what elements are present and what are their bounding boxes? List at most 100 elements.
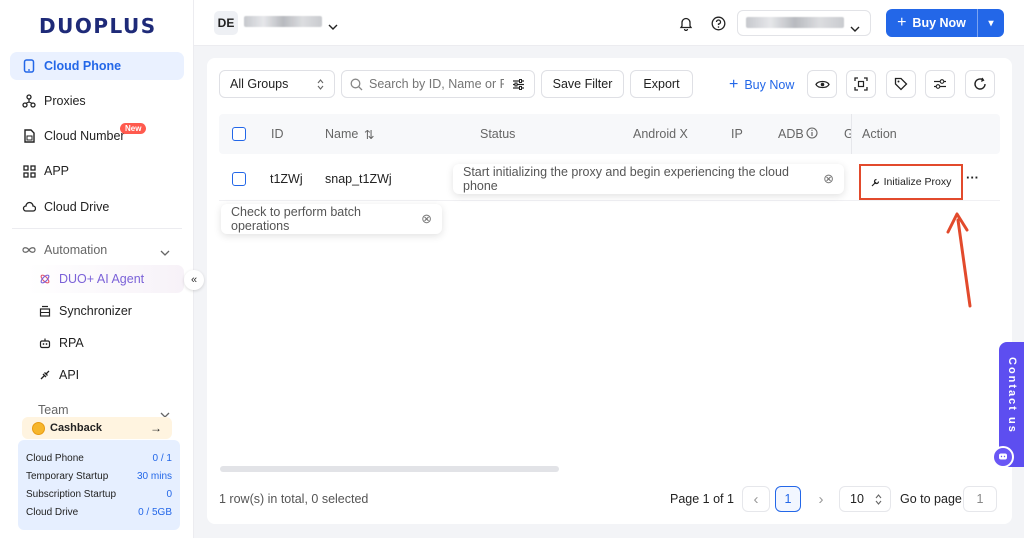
- row-name[interactable]: snap_t1ZWj: [325, 172, 392, 186]
- tag-icon[interactable]: [886, 70, 916, 98]
- cloud-phone-panel: All Groups Save Filter Export + Buy Now …: [207, 58, 1012, 524]
- buy-now-dropdown[interactable]: ▾: [978, 18, 1004, 29]
- buy-now-label: Buy Now: [912, 16, 966, 30]
- sidebar-item-label: Cloud Phone: [44, 59, 122, 73]
- ai-agent-icon: [38, 272, 52, 286]
- column-header-adb[interactable]: ADB: [778, 127, 804, 141]
- usage-row: Cloud Drive 0 / 5GB: [26, 503, 172, 521]
- column-header-status[interactable]: Status: [480, 127, 515, 141]
- robot-icon: [38, 336, 52, 350]
- account-name-redacted: [746, 17, 844, 28]
- proxies-icon: [22, 94, 36, 108]
- buy-now-link-label: Buy Now: [744, 78, 795, 92]
- sort-icon[interactable]: ⇅: [364, 127, 374, 142]
- status-tooltip: Start initializing the proxy and begin e…: [453, 164, 844, 194]
- help-icon[interactable]: [705, 10, 731, 36]
- horizontal-scrollbar[interactable]: [220, 466, 559, 472]
- settings-sliders-icon[interactable]: [925, 70, 955, 98]
- buy-now-main[interactable]: + Buy Now: [886, 9, 978, 37]
- prev-page-button[interactable]: ‹: [742, 486, 770, 512]
- scan-icon[interactable]: [846, 70, 876, 98]
- buy-now-button[interactable]: + Buy Now ▾: [886, 9, 1004, 37]
- row-summary: 1 row(s) in total, 0 selected: [219, 492, 369, 506]
- sidebar-item-rpa[interactable]: RPA: [38, 332, 84, 354]
- contact-us-label[interactable]: Contact us: [1006, 345, 1018, 445]
- sort-arrows-icon: [317, 79, 324, 93]
- usage-panel: Cloud Phone 0 / 1 Temporary Startup 30 min…: [18, 440, 180, 530]
- coin-icon: [32, 421, 45, 435]
- cashback-banner[interactable]: Cashback →: [22, 417, 172, 439]
- collapse-sidebar-button[interactable]: «: [184, 270, 204, 290]
- workspace-name-redacted[interactable]: [244, 16, 322, 27]
- divider: [12, 228, 182, 229]
- sidebar-item-app[interactable]: APP: [10, 157, 184, 185]
- more-actions-icon[interactable]: ···: [966, 170, 979, 185]
- save-filter-button[interactable]: Save Filter: [541, 70, 624, 98]
- column-divider: [851, 114, 852, 154]
- chevron-down-icon[interactable]: [328, 18, 338, 33]
- account-select[interactable]: [737, 10, 871, 36]
- status-tooltip-text: Start initializing the proxy and begin e…: [463, 165, 789, 193]
- usage-row: Subscription Startup 0: [26, 485, 172, 503]
- grid-icon: [22, 164, 36, 178]
- page-indicator: Page 1 of 1: [670, 492, 734, 506]
- view-eye-icon[interactable]: [807, 70, 837, 98]
- sidebar-item-api[interactable]: API: [38, 364, 79, 386]
- sidebar-item-synchronizer[interactable]: Synchronizer: [38, 300, 132, 322]
- stack-icon: [38, 304, 52, 318]
- sidebar-item-cloud-phone[interactable]: Cloud Phone: [10, 52, 184, 80]
- refresh-icon[interactable]: [965, 70, 995, 98]
- annotation-arrow: [946, 212, 972, 308]
- usage-label: Temporary Startup: [26, 470, 109, 482]
- column-header-id[interactable]: ID: [271, 127, 284, 141]
- row-id: t1ZWj: [270, 172, 303, 186]
- batch-tooltip-text: Check to perform batch operations: [231, 205, 361, 233]
- team-section-label[interactable]: Team: [38, 404, 69, 416]
- chevron-down-icon: [850, 20, 860, 35]
- page-size-select[interactable]: 10: [839, 486, 891, 512]
- filter-sliders-icon[interactable]: [512, 78, 525, 91]
- workspace-avatar[interactable]: DE: [214, 11, 238, 35]
- usage-row: Temporary Startup 30 mins: [26, 467, 172, 485]
- sidebar-item-cloud-drive[interactable]: Cloud Drive: [10, 193, 184, 221]
- sidebar-item-ai-agent[interactable]: DUO+ AI Agent: [38, 268, 144, 290]
- search-input[interactable]: [369, 77, 504, 91]
- next-page-button[interactable]: ›: [807, 486, 835, 512]
- search-icon: [350, 78, 363, 91]
- info-icon[interactable]: [806, 127, 818, 142]
- column-header-name[interactable]: Name: [325, 127, 358, 141]
- notification-bell-icon[interactable]: [673, 10, 699, 36]
- chat-bubble-icon[interactable]: [992, 446, 1014, 468]
- row-checkbox[interactable]: [232, 172, 246, 186]
- initialize-proxy-button[interactable]: Initialize Proxy: [859, 164, 963, 200]
- usage-label: Cloud Drive: [26, 506, 79, 518]
- automation-section[interactable]: Automation: [10, 236, 184, 264]
- goto-page-input[interactable]: 1: [963, 486, 997, 512]
- usage-value: 0 / 5GB: [138, 506, 172, 518]
- close-icon[interactable]: ⊗: [421, 211, 432, 227]
- search-box[interactable]: [341, 70, 535, 98]
- duoplus-logo[interactable]: DUOPLUS: [39, 14, 157, 38]
- buy-now-link[interactable]: + Buy Now: [729, 76, 794, 94]
- export-button[interactable]: Export: [630, 70, 693, 98]
- sidebar-item-label: RPA: [59, 336, 84, 350]
- sidebar-item-cloud-number[interactable]: Cloud Number: [10, 122, 184, 150]
- usage-value: 0 / 1: [152, 452, 172, 464]
- select-all-checkbox[interactable]: [232, 127, 246, 141]
- plus-icon: +: [897, 14, 907, 31]
- group-select[interactable]: All Groups: [219, 70, 335, 98]
- sidebar-item-proxies[interactable]: Proxies: [10, 87, 184, 115]
- cashback-label: Cashback: [50, 422, 102, 434]
- page-button-current[interactable]: 1: [775, 486, 801, 512]
- close-icon[interactable]: ⊗: [823, 171, 834, 187]
- cloud-icon: [22, 200, 36, 214]
- column-header-android-x[interactable]: Android X: [633, 127, 688, 141]
- new-badge: New: [120, 123, 147, 134]
- sidebar-item-label: DUO+ AI Agent: [59, 272, 145, 286]
- plug-icon: [38, 368, 52, 382]
- column-header-ip[interactable]: IP: [731, 127, 743, 141]
- arrow-right-icon: →: [150, 421, 162, 435]
- sidebar: DUOPLUS Cloud Phone Proxies Cloud Number…: [0, 0, 194, 538]
- wrench-icon: [871, 178, 880, 187]
- initialize-proxy-label: Initialize Proxy: [883, 176, 952, 188]
